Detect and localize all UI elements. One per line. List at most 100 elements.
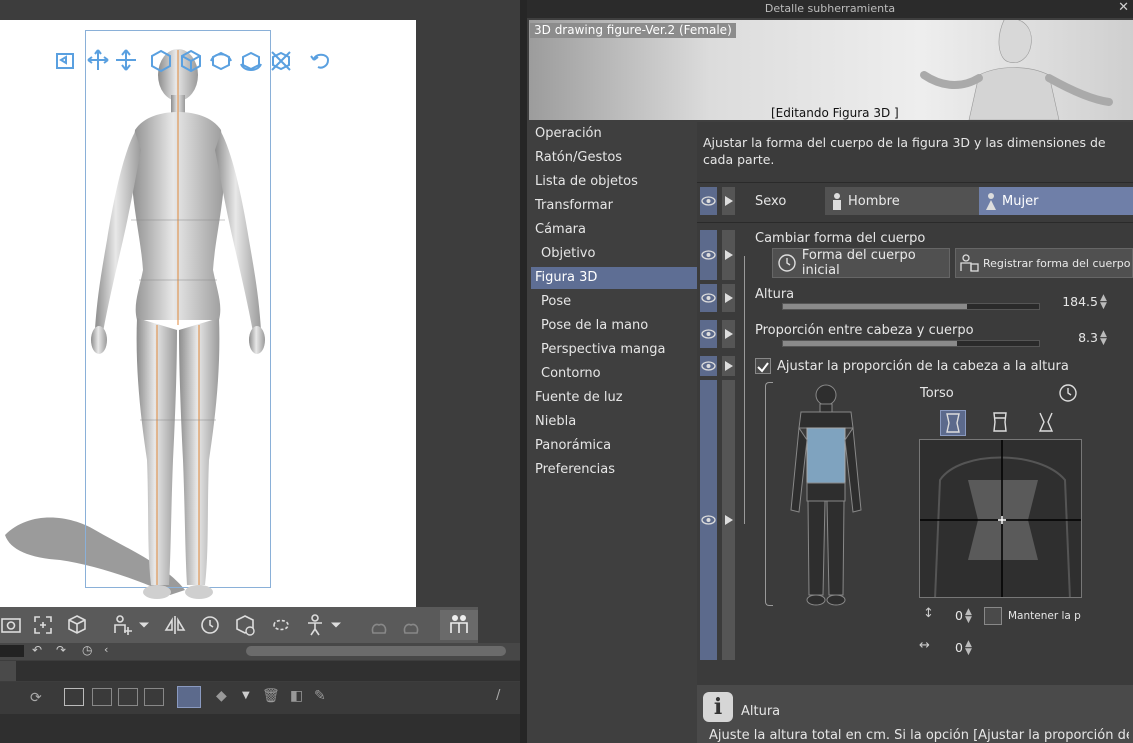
zoom-field[interactable] — [0, 645, 24, 657]
offset-x-spinner[interactable]: ▲ ▼ — [965, 640, 972, 657]
rotate-horizontal-icon[interactable] — [238, 48, 264, 72]
rotate-object-icon[interactable] — [178, 48, 204, 72]
height-slider[interactable] — [782, 303, 1040, 310]
visibility-toggle-proportion[interactable] — [700, 320, 717, 348]
reset-rotation-icon[interactable] — [308, 48, 334, 72]
new-layer-icon[interactable] — [64, 688, 84, 706]
panel-splitter[interactable] — [520, 0, 527, 743]
height-value[interactable]: 184.5 — [1042, 294, 1098, 309]
visibility-toggle-sexo[interactable] — [700, 187, 717, 215]
panel-tab[interactable] — [0, 661, 16, 681]
sexo-hombre-button[interactable]: Hombre — [825, 187, 979, 215]
shape-adjust-pad[interactable] — [919, 439, 1082, 598]
reset-rotation-object-icon[interactable] — [230, 610, 260, 640]
preview-figure — [920, 20, 1113, 120]
waist-shape-button[interactable] — [1034, 410, 1060, 436]
category-fuente-luz[interactable]: Fuente de luz — [531, 387, 697, 409]
delete-layer-icon[interactable]: 🗑 — [262, 688, 280, 704]
register-shape-button[interactable]: Registrar forma del cuerpo como — [955, 248, 1133, 278]
body-shape-label: Cambiar forma del cuerpo — [755, 231, 926, 246]
category-pose-mano[interactable]: Pose de la mano — [531, 315, 697, 337]
initial-shape-button[interactable]: Forma del cuerpo inicial — [772, 248, 950, 278]
offset-y-value[interactable]: 0 — [935, 608, 963, 623]
rotate-object-tool-icon[interactable] — [266, 610, 296, 640]
proportion-slider[interactable] — [782, 340, 1040, 347]
chevron-down-icon-3[interactable]: ▼ — [242, 690, 250, 701]
scroll-left-icon[interactable]: ‹ — [104, 643, 108, 656]
chevron-down-icon-2[interactable] — [326, 610, 346, 640]
ground-object-icon[interactable] — [62, 610, 92, 640]
category-operacion[interactable]: Operación — [531, 123, 697, 145]
canvas-navigation-bar: ↶ ↷ ◷ ‹ — [0, 643, 520, 660]
category-pose[interactable]: Pose — [531, 291, 697, 313]
sexo-mujer-button[interactable]: Mujer — [979, 187, 1133, 215]
category-raton-gestos[interactable]: Ratón/Gestos — [531, 147, 697, 169]
flip-icon[interactable] — [160, 610, 190, 640]
category-niebla[interactable]: Niebla — [531, 411, 697, 433]
fit-view-icon[interactable] — [28, 610, 58, 640]
proportion-spinner[interactable]: ▲ ▼ — [1100, 330, 1107, 347]
visibility-toggle-body-shape[interactable] — [700, 230, 717, 280]
camera-zoom-icon[interactable] — [113, 48, 139, 72]
proportion-label: Proporción entre cabeza y cuerpo — [755, 323, 974, 338]
reset-part-icon[interactable] — [1058, 383, 1078, 403]
offset-y-spinner[interactable]: ▲ ▼ — [965, 608, 972, 625]
refresh-icon[interactable]: ⟳ — [30, 690, 42, 706]
active-layer-tool-icon[interactable] — [177, 686, 201, 708]
male-icon — [833, 193, 841, 210]
chevron-down-icon[interactable] — [134, 610, 154, 640]
visibility-toggle-height[interactable] — [700, 284, 717, 312]
left-hand-icon[interactable] — [364, 610, 394, 640]
category-contorno[interactable]: Contorno — [531, 363, 697, 385]
drawing-canvas[interactable] — [0, 20, 416, 610]
new-vector-layer-icon[interactable] — [92, 688, 112, 706]
reset-pose-icon[interactable] — [195, 610, 225, 640]
pen-icon[interactable]: ✎ — [314, 688, 326, 704]
clear-layer-icon[interactable]: ◧ — [290, 688, 303, 704]
camera-pan-icon[interactable] — [85, 48, 111, 72]
keep-proportion-checkbox[interactable] — [984, 607, 1002, 625]
new-folder-icon[interactable] — [118, 688, 138, 706]
figure-settings-icon[interactable] — [440, 610, 478, 640]
adjust-checkbox[interactable] — [755, 358, 771, 374]
category-lista-objetos[interactable]: Lista de objetos — [531, 171, 697, 193]
expand-toggle-sexo[interactable] — [722, 187, 735, 215]
torso-shape-button[interactable] — [940, 410, 966, 436]
category-figura-3d[interactable]: Figura 3D — [531, 267, 697, 289]
divider — [697, 222, 1133, 223]
height-spinner[interactable]: ▲ ▼ — [1100, 294, 1107, 311]
proportion-value[interactable]: 8.3 — [1042, 330, 1098, 345]
close-icon[interactable]: ✕ — [1118, 0, 1129, 15]
visibility-toggle-adjust[interactable] — [700, 356, 717, 376]
expand-toggle-adjust[interactable] — [722, 356, 735, 376]
category-camara[interactable]: Cámara — [531, 219, 697, 241]
right-hand-icon[interactable] — [396, 610, 426, 640]
redo-rotation-icon[interactable]: ↷ — [56, 643, 66, 657]
expand-toggle-body-shape[interactable] — [722, 230, 735, 280]
undo-rotation-icon[interactable]: ↶ — [32, 643, 42, 657]
resize-handle-icon[interactable]: / — [496, 688, 500, 703]
expand-toggle-height[interactable] — [722, 284, 735, 312]
chest-shape-button[interactable] — [988, 410, 1014, 436]
3d-figure[interactable] — [85, 40, 271, 600]
visibility-toggle-body-part[interactable] — [700, 380, 717, 660]
bottom-panel-tabs — [0, 661, 520, 681]
category-panoramica[interactable]: Panorámica — [531, 435, 697, 457]
scale-object-icon[interactable] — [268, 48, 294, 72]
category-objetivo[interactable]: Objetivo — [531, 243, 697, 265]
horizontal-scrollbar[interactable] — [246, 646, 506, 656]
camera-rotate-icon[interactable] — [53, 48, 79, 72]
expand-toggle-proportion[interactable] — [722, 320, 735, 348]
reset-angle-icon[interactable]: ◷ — [82, 643, 92, 657]
offset-x-value[interactable]: 0 — [935, 640, 963, 655]
body-part-selector[interactable] — [781, 380, 871, 608]
expand-toggle-body-part[interactable] — [722, 380, 735, 660]
new-mask-icon[interactable] — [144, 688, 164, 706]
rotate-axis-icon[interactable] — [208, 48, 234, 72]
move-plane-icon[interactable] — [148, 48, 174, 72]
camera-icon[interactable] — [0, 610, 26, 640]
category-preferencias[interactable]: Preferencias — [531, 459, 697, 481]
category-transformar[interactable]: Transformar — [531, 195, 697, 217]
category-perspectiva-manga[interactable]: Perspectiva manga — [531, 339, 697, 361]
fill-icon[interactable]: ◆ — [216, 688, 227, 704]
